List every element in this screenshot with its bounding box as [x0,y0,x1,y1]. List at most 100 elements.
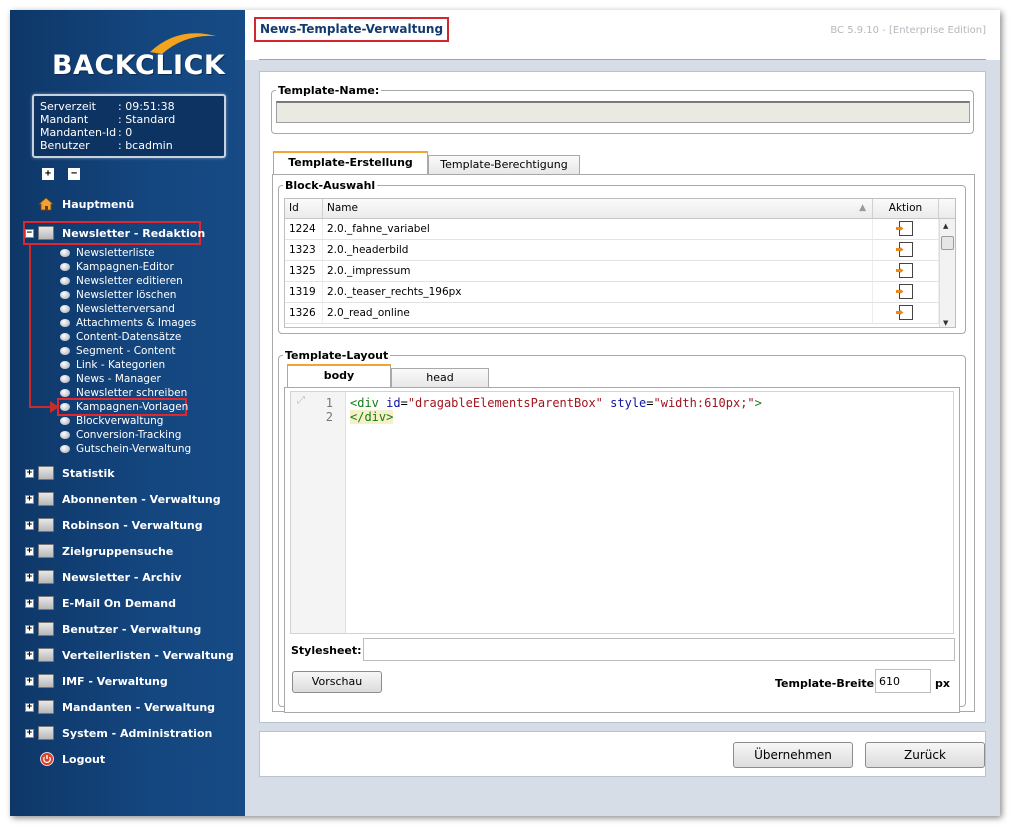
back-button[interactable]: Zurück [865,742,985,768]
grid-scrollbar[interactable]: ▲ ▼ [939,219,955,327]
nav-newsletter-archiv[interactable]: + Newsletter - Archiv [25,567,181,587]
grid-header: Id Name ▲ Aktion [285,199,955,219]
preview-button[interactable]: Vorschau [292,671,382,693]
expand-icon[interactable]: + [25,624,34,634]
stylesheet-input[interactable] [363,638,955,661]
nav-newsletter-redaktion[interactable]: − Newsletter - Redaktion [25,223,205,243]
sub-item-blockverwaltung[interactable]: Blockverwaltung [60,414,163,428]
fullscreen-icon[interactable]: ⤢ [297,395,305,406]
sub-item-newsletter-editieren[interactable]: Newsletter editieren [60,274,183,288]
page-title: News-Template-Verwaltung [254,17,450,42]
expand-icon[interactable]: + [25,520,34,530]
collapse-all-button[interactable]: − [68,168,80,180]
insert-block-icon[interactable] [898,305,913,320]
expand-all-button[interactable]: + [42,168,54,180]
nav-verteilerlisten-verwaltung[interactable]: + Verteilerlisten - Verwaltung [25,645,234,665]
sub-item-newsletterliste[interactable]: Newsletterliste [60,246,155,260]
sub-item-link-kategorien[interactable]: Link - Kategorien [60,358,165,372]
collapse-icon[interactable]: − [25,228,34,238]
expand-icon[interactable]: + [25,546,34,556]
table-row[interactable]: 1224 2.0._fahne_variabel [285,219,955,240]
template-width-label: Template-Breite: [775,677,879,690]
width-unit: px [935,677,950,690]
expand-icon[interactable]: + [25,676,34,686]
sub-item-attachments-images[interactable]: Attachments & Images [60,316,196,330]
sub-item-newsletter-loeschen[interactable]: Newsletter löschen [60,288,176,302]
scroll-thumb[interactable] [941,236,954,250]
nav-zielgruppensuche[interactable]: + Zielgruppensuche [25,541,173,561]
sidebar: BACKCLICK Serverzeit: 09:51:38 Mandant: … [10,10,245,816]
tab-template-berechtigung[interactable]: Template-Berechtigung [428,155,580,175]
insert-block-icon[interactable] [898,242,913,257]
sort-asc-icon: ▲ [859,203,866,213]
bullet-icon [60,375,70,383]
bullet-icon [60,445,70,453]
nav-robinson-verwaltung[interactable]: + Robinson - Verwaltung [25,515,203,535]
sub-item-kampagnen-vorlagen[interactable]: Kampagnen-Vorlagen [60,400,188,414]
template-layout-group: Template-Layout body head ⤢ 1 2 <div id=… [278,349,966,713]
block-selection-legend: Block-Auswahl [285,179,376,192]
nav-system-administration[interactable]: + System - Administration [25,723,212,743]
tab-body[interactable]: body [287,364,391,388]
expand-icon[interactable]: + [25,572,34,582]
scroll-down-icon[interactable]: ▼ [943,319,948,327]
code-line-2: </div> [350,410,394,424]
sub-item-content-datensaetze[interactable]: Content-Datensätze [60,330,181,344]
folder-icon [38,466,54,480]
bullet-icon [60,249,70,257]
sub-item-segment-content[interactable]: Segment - Content [60,344,175,358]
col-header-name[interactable]: Name ▲ [323,199,873,218]
insert-block-icon[interactable] [898,221,913,236]
insert-block-icon[interactable] [898,263,913,278]
sub-item-conversion-tracking[interactable]: Conversion-Tracking [60,428,181,442]
nav-home[interactable]: Hauptmenü [38,194,134,214]
tab-head[interactable]: head [391,368,489,388]
nav-logout[interactable]: Logout [40,749,105,769]
home-icon [38,197,54,211]
bullet-icon [60,333,70,341]
nav-statistik[interactable]: + Statistik [25,463,115,483]
table-row[interactable]: 1323 2.0._headerbild [285,240,955,261]
sub-item-kampagnen-editor[interactable]: Kampagnen-Editor [60,260,174,274]
expand-icon[interactable]: + [25,650,34,660]
nav-email-on-demand[interactable]: + E-Mail On Demand [25,593,176,613]
template-layout-legend: Template-Layout [285,349,389,362]
expand-icon[interactable]: + [25,728,34,738]
nav-imf-verwaltung[interactable]: + IMF - Verwaltung [25,671,168,691]
tab-template-erstellung[interactable]: Template-Erstellung [273,151,428,175]
bullet-icon [60,403,70,411]
nav-abonnenten-verwaltung[interactable]: + Abonnenten - Verwaltung [25,489,221,509]
action-bar: Übernehmen Zurück [259,731,986,777]
block-grid: Id Name ▲ Aktion 1224 2.0._fahne_variabe… [284,198,956,328]
folder-icon [38,700,54,714]
col-header-aktion[interactable]: Aktion [873,199,939,218]
template-name-input[interactable] [276,101,970,123]
table-row[interactable]: 1326 2.0_read_online [285,303,955,324]
table-row[interactable]: 1325 2.0._impressum [285,261,955,282]
insert-block-icon[interactable] [898,284,913,299]
code-editor[interactable]: ⤢ 1 2 <div id="dragableElementsParentBox… [290,391,954,634]
sub-item-newsletterversand[interactable]: Newsletterversand [60,302,175,316]
bullet-icon [60,431,70,439]
table-row[interactable]: 1319 2.0._teaser_rechts_196px [285,282,955,303]
expand-icon[interactable]: + [25,494,34,504]
sub-item-gutschein-verwaltung[interactable]: Gutschein-Verwaltung [60,442,191,456]
expand-icon[interactable]: + [25,598,34,608]
col-header-id[interactable]: Id [285,199,323,218]
bullet-icon [60,277,70,285]
template-width-input[interactable]: 610 [875,669,931,693]
expand-icon[interactable]: + [25,702,34,712]
logo-text: BACKCLICK [52,50,226,81]
layout-tab-content: ⤢ 1 2 <div id="dragableElementsParentBox… [284,387,960,713]
expand-icon[interactable]: + [25,468,34,478]
nav-benutzer-verwaltung[interactable]: + Benutzer - Verwaltung [25,619,201,639]
divider [259,59,986,60]
folder-icon [38,674,54,688]
main-area: News-Template-Verwaltung BC 5.9.10 - [En… [245,10,1000,816]
bullet-icon [60,263,70,271]
sub-item-news-manager[interactable]: News - Manager [60,372,161,386]
nav-mandanten-verwaltung[interactable]: + Mandanten - Verwaltung [25,697,215,717]
scroll-up-icon[interactable]: ▲ [943,222,948,230]
apply-button[interactable]: Übernehmen [733,742,853,768]
client: Mandant: Standard [40,113,176,126]
